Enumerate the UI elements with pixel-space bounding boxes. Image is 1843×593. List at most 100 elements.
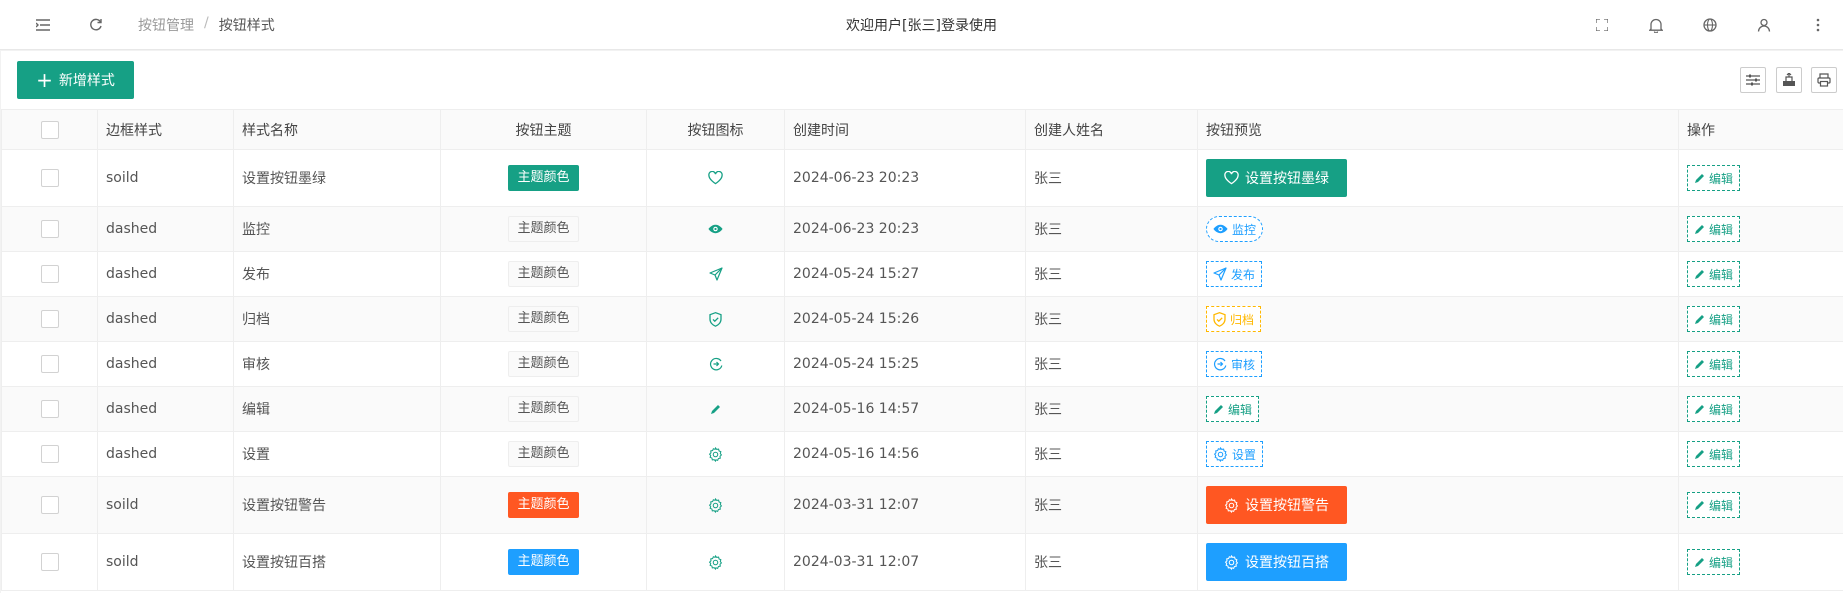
row-checkbox[interactable] [40,400,59,418]
welcome-message: 欢迎用户[张三]登录使用 [846,18,997,34]
preview-cell: 设置按钮警告 [1197,476,1679,534]
more-vertical-icon[interactable] [1808,15,1828,35]
select-all-checkbox[interactable] [40,120,59,139]
row-checkbox[interactable] [40,355,59,373]
select-cell [1,206,98,252]
preview-button[interactable]: 编辑 [1206,396,1260,422]
icon-cell [646,341,785,387]
created-time-cell: 2024-05-16 14:56 [784,431,1026,477]
pencil-icon [710,404,721,415]
theme-tag: 主题颜色 [508,306,579,332]
filter-columns-button[interactable] [1740,67,1766,93]
row-checkbox[interactable] [40,220,59,238]
action-cell: 编辑 [1678,296,1843,342]
action-cell: 编辑 [1678,386,1843,432]
export-button[interactable] [1776,67,1802,93]
preview-button[interactable]: 设置按钮墨绿 [1206,159,1347,197]
select-cell [1,431,98,477]
table-row: dashed 归档 主题颜色 2024-05-24 15:26 张三 归档 编辑 [1,296,1843,342]
action-cell: 编辑 [1678,251,1843,297]
row-checkbox[interactable] [40,265,59,283]
style-name-cell: 监控 [233,206,441,252]
select-cell [1,476,98,534]
preview-cell: 归档 [1197,296,1679,342]
created-time-cell: 2024-05-24 15:26 [784,296,1026,342]
table-row: soild 设置按钮墨绿 主题颜色 2024-06-23 20:23 张三 设置按钮墨绿编… [1,149,1843,207]
row-checkbox[interactable] [40,310,59,328]
table-row: dashed 设置 主题颜色 2024-05-16 14:56 张三 设置 编辑 [1,431,1843,477]
edit-button[interactable]: 编辑 [1687,396,1741,422]
row-checkbox[interactable] [40,553,59,571]
bell-icon[interactable] [1646,15,1666,35]
preview-button[interactable]: 审核 [1206,351,1263,377]
select-all-cell [1,109,98,150]
edit-label: 编辑 [1709,222,1734,237]
preview-button[interactable]: 设置 [1206,441,1264,467]
edit-label: 编辑 [1709,447,1734,462]
theme-cell: 主题颜色 [440,533,647,591]
globe-icon[interactable] [1700,15,1720,35]
theme-tag: 主题颜色 [508,441,579,467]
pencil-icon [1213,404,1224,415]
styles-table: 边框样式 样式名称 按钮主题 按钮图标 创建时间 创建人姓名 按钮预览 操作 s… [1,109,1843,591]
theme-tag: 主题颜色 [508,216,579,242]
preview-button[interactable]: 设置按钮警告 [1206,486,1347,524]
preview-button[interactable]: 设置按钮百搭 [1206,543,1347,581]
row-checkbox[interactable] [40,169,59,187]
add-style-label: 新增样式 [58,73,115,89]
gear-icon [1224,554,1239,570]
column-header: 操作 [1678,109,1843,150]
action-cell: 编辑 [1678,206,1843,252]
preview-cell: 编辑 [1197,386,1679,432]
edit-label: 编辑 [1709,312,1734,327]
heart-icon [708,171,723,185]
border-style-cell: soild [97,533,234,591]
edit-button[interactable]: 编辑 [1687,492,1741,518]
table-row: dashed 发布 主题颜色 2024-05-24 15:27 张三 发布 编辑 [1,251,1843,297]
edit-button[interactable]: 编辑 [1687,261,1741,287]
add-style-button[interactable]: + 新增样式 [17,61,134,99]
gear-icon [708,554,723,570]
preview-label: 设置按钮警告 [1245,498,1329,514]
row-checkbox[interactable] [40,496,59,514]
theme-cell: 主题颜色 [440,251,647,297]
edit-label: 编辑 [1709,267,1734,282]
select-cell [1,533,98,591]
column-header: 按钮主题 [440,109,647,150]
circle-arrow-icon [709,357,723,371]
print-icon [1817,73,1831,87]
select-cell [1,341,98,387]
edit-button[interactable]: 编辑 [1687,165,1741,191]
preview-button[interactable]: 归档 [1206,306,1262,332]
theme-tag: 主题颜色 [508,549,579,575]
user-icon[interactable] [1754,15,1774,35]
select-cell [1,251,98,297]
theme-tag: 主题颜色 [508,261,579,287]
column-header: 按钮预览 [1197,109,1679,150]
pencil-icon [1694,404,1705,415]
print-button[interactable] [1811,67,1837,93]
preview-button[interactable]: 发布 [1206,261,1263,287]
shield-check-icon [709,311,722,327]
column-header: 创建时间 [784,109,1026,150]
edit-button[interactable]: 编辑 [1687,351,1741,377]
gear-icon [708,446,723,462]
pencil-icon [1694,314,1705,325]
preview-button[interactable]: 监控 [1206,216,1264,242]
table-row: soild 设置按钮警告 主题颜色 2024-03-31 12:07 张三 设置按钮警告编… [1,476,1843,534]
style-name-cell: 设置按钮墨绿 [233,149,441,207]
fullscreen-icon[interactable] [1592,15,1612,35]
sliders-icon [1746,74,1760,86]
edit-button[interactable]: 编辑 [1687,441,1741,467]
row-checkbox[interactable] [40,445,59,463]
edit-button[interactable]: 编辑 [1687,549,1741,575]
column-header: 创建人姓名 [1025,109,1198,150]
theme-cell: 主题颜色 [440,149,647,207]
border-style-cell: dashed [97,431,234,477]
preview-label: 审核 [1231,357,1256,372]
theme-tag: 主题颜色 [508,396,579,422]
pencil-icon [1694,269,1705,280]
edit-button[interactable]: 编辑 [1687,306,1741,332]
select-cell [1,149,98,207]
edit-button[interactable]: 编辑 [1687,216,1741,242]
